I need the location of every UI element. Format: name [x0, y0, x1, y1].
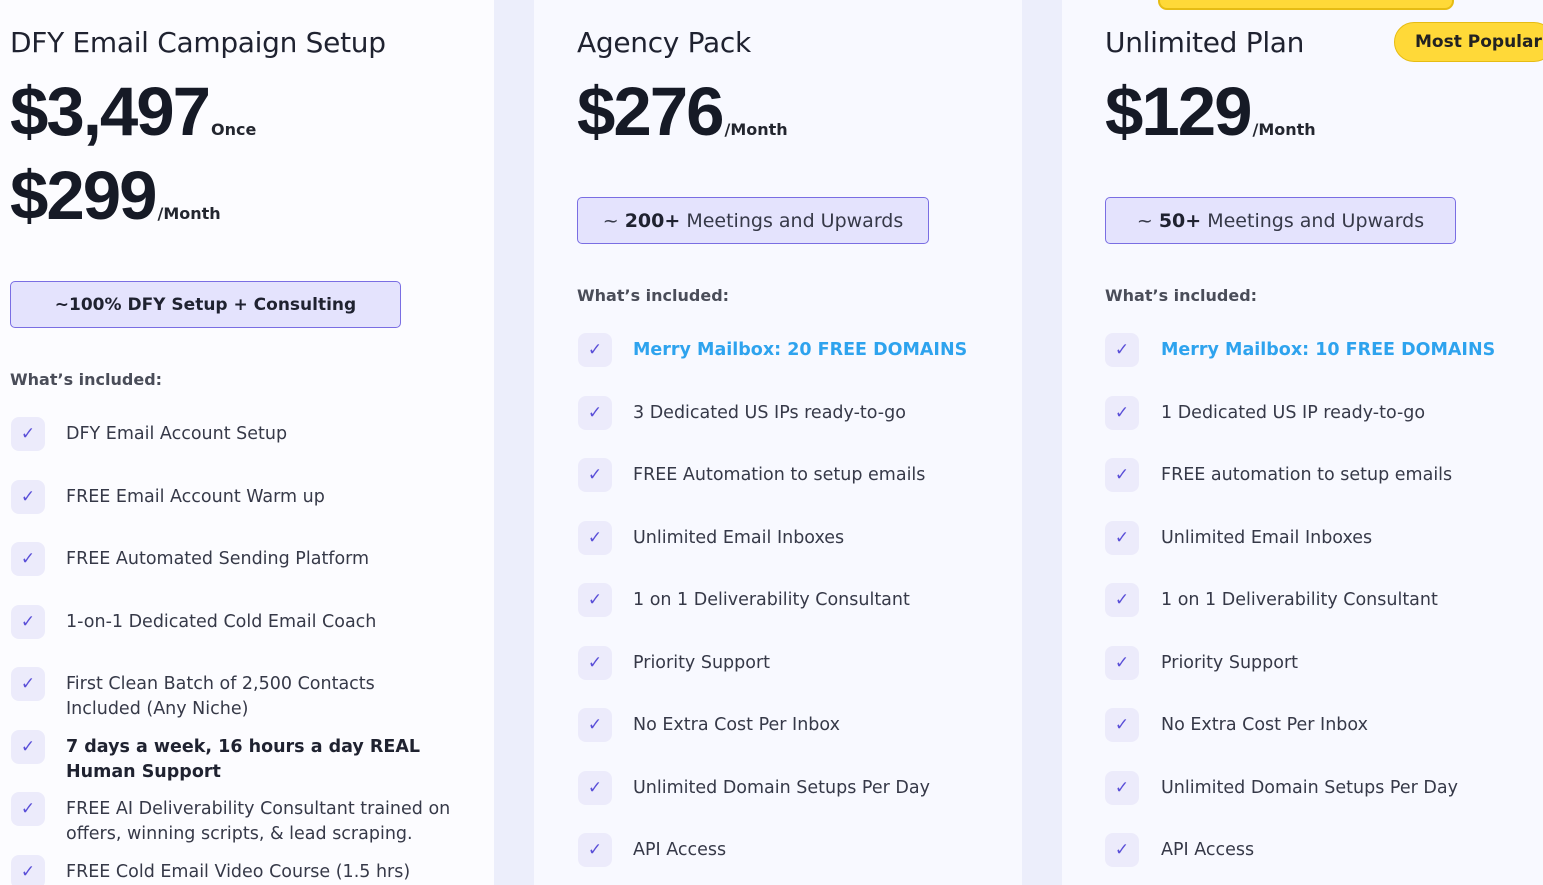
check-icon: ✓: [578, 833, 612, 867]
feature-text: Unlimited Domain Setups Per Day: [1161, 778, 1458, 798]
feature-text: 1 on 1 Deliverability Consultant: [633, 590, 910, 610]
check-icon: ✓: [578, 396, 612, 430]
plan-title: Unlimited Plan: [1105, 26, 1305, 59]
feature-text: Merry Mailbox: 10 FREE DOMAINS: [1161, 340, 1496, 360]
included-heading: What’s included:: [10, 370, 163, 389]
most-popular-badge: Most Popular: [1394, 22, 1543, 62]
price-amount: $299: [10, 157, 157, 234]
feature-text: 1-on-1 Dedicated Cold Email Coach: [66, 612, 377, 632]
feature-text: FREE Automation to setup emails: [633, 465, 926, 485]
plan-card-unlimited: Unlimited Plan $129/Month ~ 50+ Meetings…: [1062, 0, 1543, 885]
price-unit: /Month: [157, 204, 221, 223]
check-icon: ✓: [11, 480, 45, 514]
plan-card-dfy: DFY Email Campaign Setup $3,497 Once $299…: [0, 0, 494, 885]
price-amount: $276: [577, 73, 724, 150]
price-unit: /Month: [1252, 120, 1316, 139]
feature-text: FREE Email Account Warm up: [66, 487, 325, 507]
pill-text: Meetings and Upwards: [680, 209, 904, 232]
price-unit: /Month: [724, 120, 788, 139]
check-icon: ✓: [11, 730, 45, 764]
plan-title: Agency Pack: [577, 26, 751, 59]
price-once: $3,497 Once: [10, 72, 256, 151]
feature-text: FREE Automated Sending Platform: [66, 549, 370, 569]
pill-prefix: ~: [1136, 209, 1159, 232]
feature-text: First Clean Batch of 2,500 Contacts Incl…: [66, 674, 375, 719]
pill-text: Meetings and Upwards: [1201, 209, 1425, 232]
feature-text: Unlimited Domain Setups Per Day: [633, 778, 930, 798]
check-icon: ✓: [1105, 396, 1139, 430]
pill-prefix: ~: [602, 209, 625, 232]
meetings-pill: ~ 50+ Meetings and Upwards: [1105, 197, 1456, 244]
check-icon: ✓: [578, 458, 612, 492]
price-monthly: $299/Month: [10, 156, 221, 235]
feature-text: 1 Dedicated US IP ready-to-go: [1161, 403, 1426, 423]
check-icon: ✓: [1105, 583, 1139, 617]
check-icon: ✓: [1105, 521, 1139, 555]
check-icon: ✓: [11, 542, 45, 576]
included-heading: What’s included:: [1105, 286, 1258, 305]
check-icon: ✓: [1105, 646, 1139, 680]
check-icon: ✓: [578, 646, 612, 680]
feature-text: 3 Dedicated US IPs ready-to-go: [633, 403, 906, 423]
feature-text: FREE AI Deliverability Consultant traine…: [66, 799, 451, 844]
check-icon: ✓: [578, 583, 612, 617]
check-icon: ✓: [11, 605, 45, 639]
check-icon: ✓: [578, 333, 612, 367]
feature-text: Priority Support: [1161, 653, 1299, 673]
feature-text: API Access: [1161, 840, 1255, 860]
check-icon: ✓: [1105, 458, 1139, 492]
pill-count: 50+: [1158, 209, 1202, 232]
plan-highlight-pill: ~100% DFY Setup + Consulting: [10, 281, 401, 328]
plan-card-agency: Agency Pack $276/Month ~ 200+ Meetings a…: [534, 0, 1022, 885]
price-amount: $3,497: [10, 73, 211, 150]
feature-text: FREE Cold Email Video Course (1.5 hrs): [66, 862, 411, 882]
feature-text: 1 on 1 Deliverability Consultant: [1161, 590, 1438, 610]
price-monthly: $129/Month: [1105, 72, 1316, 151]
check-icon: ✓: [578, 771, 612, 805]
check-icon: ✓: [1105, 708, 1139, 742]
feature-text: FREE automation to setup emails: [1161, 465, 1453, 485]
price-unit: Once: [211, 120, 257, 139]
check-icon: ✓: [1105, 833, 1139, 867]
check-icon: ✓: [11, 792, 45, 826]
price-amount: $129: [1105, 73, 1252, 150]
feature-text: Merry Mailbox: 20 FREE DOMAINS: [633, 340, 968, 360]
popular-ribbon: [1158, 0, 1454, 10]
check-icon: ✓: [11, 855, 45, 885]
plan-title: DFY Email Campaign Setup: [10, 26, 386, 59]
feature-text: API Access: [633, 840, 727, 860]
price-monthly: $276/Month: [577, 72, 788, 151]
check-icon: ✓: [1105, 771, 1139, 805]
meetings-pill: ~ 200+ Meetings and Upwards: [577, 197, 929, 244]
feature-text: Priority Support: [633, 653, 771, 673]
check-icon: ✓: [11, 667, 45, 701]
check-icon: ✓: [578, 708, 612, 742]
feature-text: DFY Email Account Setup: [66, 424, 288, 444]
check-icon: ✓: [578, 521, 612, 555]
feature-text: No Extra Cost Per Inbox: [633, 715, 840, 735]
feature-text: 7 days a week, 16 hours a day REAL Human…: [66, 737, 421, 782]
check-icon: ✓: [11, 417, 45, 451]
feature-text: Unlimited Email Inboxes: [633, 528, 845, 548]
feature-text: Unlimited Email Inboxes: [1161, 528, 1373, 548]
pill-count: 200+: [624, 209, 681, 232]
check-icon: ✓: [1105, 333, 1139, 367]
feature-text: No Extra Cost Per Inbox: [1161, 715, 1368, 735]
included-heading: What’s included:: [577, 286, 730, 305]
